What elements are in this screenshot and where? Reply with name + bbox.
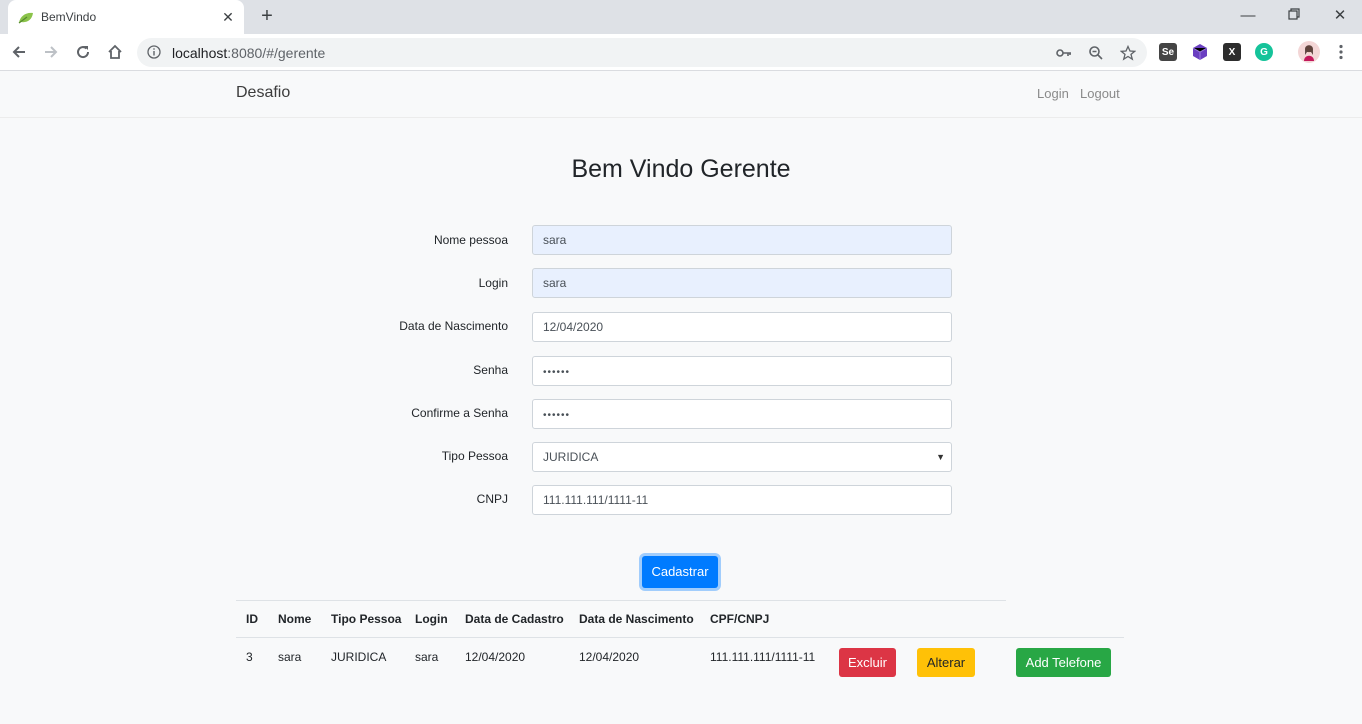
cell-nome: sara [278, 650, 302, 664]
page-title: Bem Vindo Gerente [571, 155, 791, 183]
header-tipo: Tipo Pessoa [331, 612, 402, 626]
navbar-brand[interactable]: Desafio [236, 84, 290, 102]
cell-nascimento: 12/04/2020 [579, 650, 640, 664]
nome-input[interactable]: sara [532, 225, 952, 255]
star-icon[interactable] [1119, 44, 1137, 62]
x-extension-icon[interactable]: X [1223, 43, 1241, 61]
tipo-select[interactable]: JURIDICA ▼ [532, 442, 952, 472]
window-close-icon[interactable]: ✕ [1328, 4, 1352, 28]
url-text: localhost:8080/#/gerente [172, 45, 325, 61]
grammarly-icon[interactable]: G [1255, 43, 1273, 61]
selenium-extension-icon[interactable]: Se [1159, 43, 1177, 61]
nascimento-input[interactable]: 12/04/2020 [532, 312, 952, 342]
cadastrar-button[interactable]: Cadastrar [642, 556, 718, 588]
login-input[interactable]: sara [532, 268, 952, 298]
header-nascimento: Data de Nascimento [579, 612, 694, 626]
avatar[interactable] [1298, 41, 1320, 63]
minimize-icon[interactable]: — [1236, 4, 1260, 28]
cnpj-label: CNPJ [476, 492, 508, 506]
chevron-down-icon: ▼ [936, 452, 945, 462]
browser-tabstrip: BemVindo ✕ + — ✕ [0, 0, 1362, 34]
kebab-menu-icon[interactable] [1332, 43, 1350, 61]
senha-label: Senha [473, 363, 508, 377]
login-label: Login [478, 276, 508, 290]
excluir-button[interactable]: Excluir [839, 648, 896, 677]
zoom-icon[interactable] [1087, 44, 1105, 62]
login-link[interactable]: Login [1037, 86, 1069, 101]
arrow-right-icon[interactable] [39, 40, 63, 64]
cell-cadastro: 12/04/2020 [465, 650, 526, 664]
header-nome: Nome [278, 612, 312, 626]
confirme-value: •••••• [543, 410, 571, 421]
app-navbar: Desafio Login Logout [0, 71, 1362, 118]
url-host: localhost [172, 45, 228, 61]
tipo-label: Tipo Pessoa [441, 449, 508, 463]
cnpj-value: 111.111.111/1111-11 [543, 493, 649, 507]
arrow-left-icon[interactable] [7, 40, 31, 64]
add-telefone-button[interactable]: Add Telefone [1016, 648, 1111, 677]
nome-value: sara [543, 233, 567, 247]
reload-icon[interactable] [71, 40, 95, 64]
confirme-label: Confirme a Senha [411, 406, 508, 420]
tab-close-icon[interactable]: ✕ [218, 7, 238, 27]
cell-login: sara [415, 650, 439, 664]
key-icon[interactable] [1055, 44, 1073, 62]
table-top-border [236, 600, 1006, 601]
header-id: ID [246, 612, 258, 626]
login-value: sara [543, 276, 567, 290]
cnpj-input[interactable]: 111.111.111/1111-11 [532, 485, 952, 515]
senha-value: •••••• [543, 367, 571, 378]
home-icon[interactable] [103, 40, 127, 64]
tab-title: BemVindo [41, 10, 97, 24]
restore-icon[interactable] [1282, 4, 1306, 28]
cell-documento: 111.111.111/1111-11 [710, 650, 816, 664]
cell-id: 3 [246, 650, 253, 664]
address-bar[interactable]: localhost:8080/#/gerente [137, 38, 1147, 67]
browser-tab[interactable]: BemVindo ✕ [8, 0, 244, 34]
header-documento: CPF/CNPJ [710, 612, 770, 626]
new-tab-icon[interactable]: + [255, 5, 279, 29]
confirme-input[interactable]: •••••• [532, 399, 952, 429]
header-cadastro: Data de Cadastro [465, 612, 564, 626]
leaf-icon [18, 11, 34, 29]
alterar-button[interactable]: Alterar [917, 648, 975, 677]
nascimento-value: 12/04/2020 [543, 320, 604, 334]
cube-extension-icon[interactable] [1191, 43, 1209, 61]
logout-link[interactable]: Logout [1080, 86, 1120, 101]
table-header-border [236, 637, 1124, 638]
senha-input[interactable]: •••••• [532, 356, 952, 386]
url-path: :8080/#/gerente [227, 45, 326, 61]
tipo-value: JURIDICA [543, 450, 599, 464]
nome-label: Nome pessoa [433, 233, 508, 247]
browser-toolbar: localhost:8080/#/gerente Se X G [0, 34, 1362, 71]
info-icon[interactable] [147, 45, 161, 64]
header-login: Login [415, 612, 448, 626]
nascimento-label: Data de Nascimento [399, 319, 508, 333]
cell-tipo: JURIDICA [331, 650, 387, 664]
